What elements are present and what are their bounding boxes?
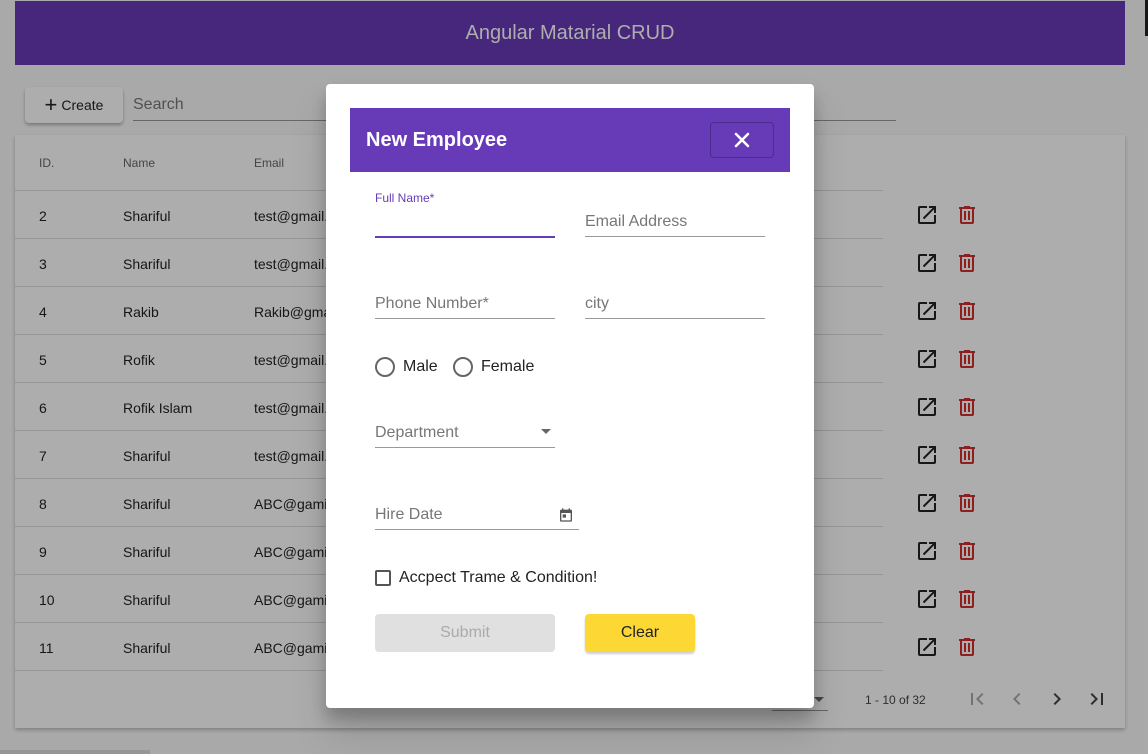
male-label[interactable]: Male	[403, 358, 438, 376]
full-name-underline	[375, 236, 555, 238]
close-icon	[734, 132, 750, 148]
hire-date-placeholder: Hire Date	[375, 506, 443, 523]
female-radio[interactable]	[453, 357, 473, 377]
dialog-header: New Employee	[350, 108, 790, 172]
city-underline	[585, 318, 765, 319]
full-name-field[interactable]	[375, 208, 555, 238]
clear-button[interactable]: Clear	[585, 614, 695, 652]
phone-field[interactable]: Phone Number*	[375, 289, 555, 319]
male-radio[interactable]	[375, 357, 395, 377]
terms-checkbox[interactable]	[375, 570, 391, 586]
department-select[interactable]: Department	[375, 418, 555, 448]
close-button[interactable]	[710, 122, 774, 158]
department-underline	[375, 447, 555, 448]
full-name-label: Full Name*	[375, 191, 435, 205]
email-placeholder: Email Address	[585, 213, 688, 230]
dialog-title: New Employee	[366, 129, 508, 151]
hire-date-underline	[375, 529, 579, 530]
submit-button[interactable]: Submit	[375, 614, 555, 652]
new-employee-dialog: New Employee Full Name* Email Address Ph…	[326, 84, 814, 708]
hire-date-field[interactable]: Hire Date	[375, 500, 579, 530]
female-label[interactable]: Female	[481, 358, 534, 376]
email-field[interactable]: Email Address	[585, 207, 765, 237]
chevron-down-icon	[541, 429, 551, 434]
city-field[interactable]: city	[585, 289, 765, 319]
calendar-icon[interactable]	[558, 507, 574, 523]
email-underline	[585, 236, 765, 237]
department-placeholder: Department	[375, 424, 459, 441]
phone-underline	[375, 318, 555, 319]
phone-placeholder: Phone Number*	[375, 295, 489, 312]
terms-label[interactable]: Accpect Trame & Condition!	[399, 569, 597, 587]
city-placeholder: city	[585, 295, 609, 312]
